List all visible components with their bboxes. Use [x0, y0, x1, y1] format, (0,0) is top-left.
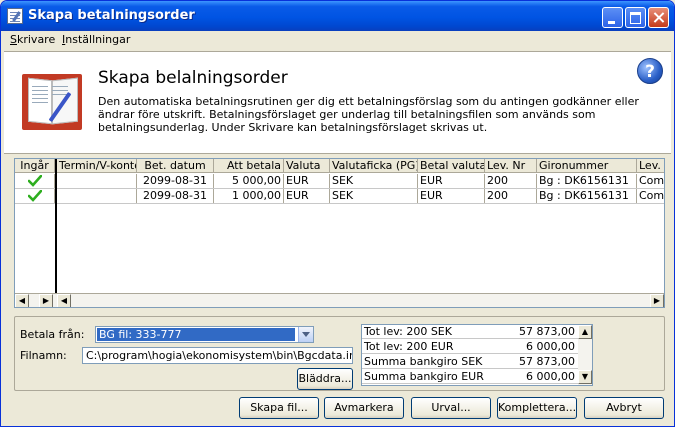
maximize-button[interactable]: [625, 7, 646, 28]
app-icon: [7, 8, 23, 24]
create-file-button[interactable]: Skapa fil...: [239, 397, 319, 419]
cell-bet-datum: 2099-08-31: [137, 174, 214, 188]
title-bar[interactable]: Skapa betalningsorder: [1, 1, 674, 31]
header-panel: Skapa belalningsorder Den automatiska be…: [4, 51, 671, 154]
summary-value: 6 000,00: [526, 370, 575, 383]
list-item: Summa bankgiro EUR 6 000,00: [362, 370, 578, 384]
table-row[interactable]: 2099-08-31 5 000,00 EUR SEK EUR 200 Bg :…: [15, 174, 664, 189]
included-check-cell[interactable]: [15, 189, 55, 203]
cancel-button[interactable]: Avbryt: [584, 397, 664, 419]
payment-grid: Ingår Termin/V-konto Bet. datum Att beta…: [14, 158, 665, 308]
page-description: Den automatiska betalningsrutinen ger di…: [98, 95, 639, 134]
ledger-book-icon: [22, 74, 86, 132]
check-icon: [27, 175, 42, 187]
cell-valuta: EUR: [284, 189, 330, 203]
help-icon[interactable]: ?: [637, 58, 663, 84]
cell-lev-nr: 200: [485, 174, 537, 188]
complete-button[interactable]: Komplettera...: [497, 397, 577, 419]
minimize-button[interactable]: [602, 7, 623, 28]
scroll-left-icon[interactable]: ◀: [15, 294, 29, 307]
browse-button[interactable]: Bläddra...: [297, 368, 353, 390]
chevron-down-icon[interactable]: [298, 327, 313, 342]
frozen-horizontal-scrollbar[interactable]: ◀ ▶: [15, 293, 57, 307]
summary-label: Tot lev: 200 EUR: [364, 340, 454, 353]
cell-att-betala: 1 000,00: [214, 189, 284, 203]
check-icon: [27, 190, 42, 202]
cell-att-betala: 5 000,00: [214, 174, 284, 188]
column-header-gironummer[interactable]: Gironummer: [537, 159, 637, 173]
summary-value: 57 873,00: [519, 325, 575, 338]
summary-list[interactable]: Tot lev: 200 SEK 57 873,00 Tot lev: 200 …: [361, 324, 593, 386]
filnamn-field[interactable]: C:\program\hogia\ekonomisystem\bin\Bgcda…: [82, 347, 353, 364]
cell-valuta: EUR: [284, 174, 330, 188]
summary-label: Summa bankgiro SEK: [364, 355, 483, 368]
scroll-up-icon[interactable]: ▲: [578, 325, 592, 339]
menu-installningar[interactable]: Inställningar: [62, 33, 130, 46]
payment-options-panel: Betala från: BG fil: 333-777 Filnamn: C:…: [14, 316, 665, 391]
summary-label: Summa bankgiro EUR: [364, 370, 484, 383]
cell-termin: [57, 174, 137, 188]
window-title: Skapa betalningsorder: [28, 8, 195, 23]
cell-gironummer: Bg : DK6156131: [537, 174, 637, 188]
column-header-lev[interactable]: Lev. I: [637, 159, 664, 173]
column-header-betal-valuta[interactable]: Betal valuta: [418, 159, 485, 173]
summary-label: Tot lev: 200 SEK: [364, 325, 452, 338]
table-row[interactable]: 2099-08-31 1 000,00 EUR SEK EUR 200 Bg :…: [15, 189, 664, 204]
cell-lev: Comp: [637, 174, 664, 188]
cell-betal-valuta: EUR: [418, 174, 485, 188]
cell-bet-datum: 2099-08-31: [137, 189, 214, 203]
cell-gironummer: Bg : DK6156131: [537, 189, 637, 203]
cell-betal-valuta: EUR: [418, 189, 485, 203]
scroll-right-icon[interactable]: ▶: [39, 294, 53, 307]
grid-header: Ingår Termin/V-konto Bet. datum Att beta…: [15, 159, 664, 173]
scroll-right-icon[interactable]: ▶: [650, 294, 664, 307]
included-check-cell[interactable]: [15, 174, 55, 188]
column-header-ingar[interactable]: Ingår: [15, 159, 55, 173]
horizontal-scrollbar[interactable]: ◀ ▶: [57, 293, 664, 307]
scroll-down-icon[interactable]: ▼: [578, 370, 592, 384]
frozen-column-divider: [55, 159, 57, 293]
cell-lev: Comp: [637, 189, 664, 203]
summary-value: 57 873,00: [519, 355, 575, 368]
betala-fran-select[interactable]: BG fil: 333-777: [95, 326, 314, 343]
column-header-valutaficka[interactable]: Valutaficka (PG): [330, 159, 418, 173]
unmark-button[interactable]: Avmarkera: [324, 397, 404, 419]
page-title: Skapa belalningsorder: [98, 68, 288, 88]
cell-lev-nr: 200: [485, 189, 537, 203]
summary-value: 6 000,00: [526, 340, 575, 353]
column-header-lev-nr[interactable]: Lev. Nr: [485, 159, 537, 173]
menu-bar: Skrivare Inställningar: [4, 31, 671, 50]
filnamn-label: Filnamn:: [20, 349, 67, 362]
list-item: Summa bankgiro SEK 57 873,00: [362, 355, 578, 369]
list-item: Tot lev: 200 EUR 6 000,00: [362, 340, 578, 354]
column-header-bet-datum[interactable]: Bet. datum: [137, 159, 214, 173]
summary-scrollbar[interactable]: ▲ ▼: [578, 325, 592, 385]
cell-termin: [57, 189, 137, 203]
window: Skapa betalningsorder Skrivare Inställni…: [0, 0, 675, 427]
column-header-att-betala[interactable]: Att betala: [214, 159, 284, 173]
select-button[interactable]: Urval...: [411, 397, 491, 419]
menu-skrivare[interactable]: Skrivare: [10, 33, 55, 46]
cell-valutaficka: SEK: [330, 189, 418, 203]
list-item: Tot lev: 200 SEK 57 873,00: [362, 325, 578, 339]
betala-fran-value: BG fil: 333-777: [97, 328, 295, 341]
close-button[interactable]: [648, 7, 669, 28]
cell-valutaficka: SEK: [330, 174, 418, 188]
betala-fran-label: Betala från:: [20, 328, 85, 341]
scroll-left-icon[interactable]: ◀: [57, 294, 71, 307]
column-header-termin[interactable]: Termin/V-konto: [57, 159, 137, 173]
column-header-valuta[interactable]: Valuta: [284, 159, 330, 173]
